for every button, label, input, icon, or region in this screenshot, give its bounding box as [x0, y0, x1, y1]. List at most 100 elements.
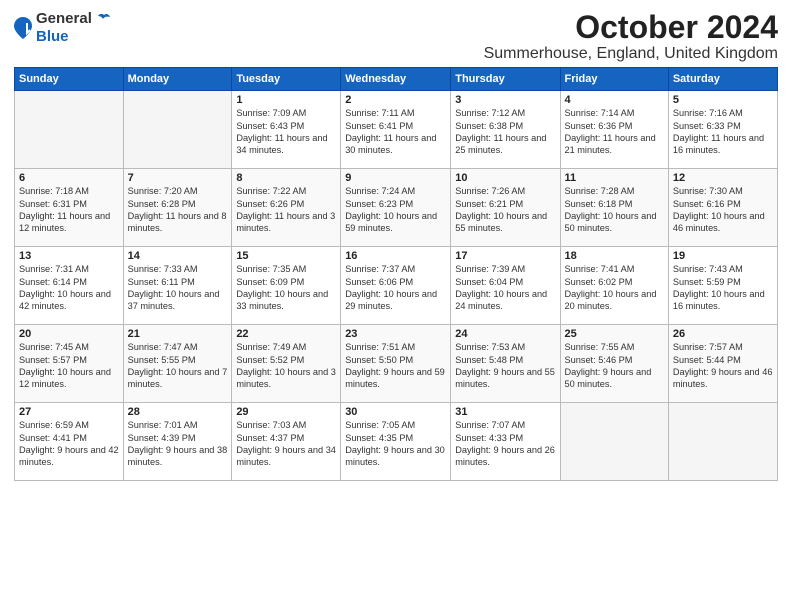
day-info: Sunrise: 7:33 AM Sunset: 6:11 PM Dayligh…	[128, 263, 228, 313]
day-cell: 3Sunrise: 7:12 AM Sunset: 6:38 PM Daylig…	[451, 91, 560, 169]
day-cell	[15, 91, 124, 169]
day-number: 7	[128, 172, 228, 184]
day-info: Sunrise: 7:12 AM Sunset: 6:38 PM Dayligh…	[455, 107, 555, 157]
day-cell: 21Sunrise: 7:47 AM Sunset: 5:55 PM Dayli…	[123, 325, 232, 403]
col-thursday: Thursday	[451, 68, 560, 91]
day-number: 19	[673, 250, 773, 262]
col-saturday: Saturday	[668, 68, 777, 91]
day-info: Sunrise: 7:22 AM Sunset: 6:26 PM Dayligh…	[236, 185, 336, 235]
col-friday: Friday	[560, 68, 668, 91]
day-info: Sunrise: 7:18 AM Sunset: 6:31 PM Dayligh…	[19, 185, 119, 235]
day-number: 29	[236, 406, 336, 418]
day-number: 27	[19, 406, 119, 418]
day-info: Sunrise: 7:55 AM Sunset: 5:46 PM Dayligh…	[565, 341, 664, 391]
day-cell: 16Sunrise: 7:37 AM Sunset: 6:06 PM Dayli…	[341, 247, 451, 325]
day-info: Sunrise: 7:28 AM Sunset: 6:18 PM Dayligh…	[565, 185, 664, 235]
location-title: Summerhouse, England, United Kingdom	[484, 45, 778, 63]
header: General Blue October 2024 Summerhouse, E…	[14, 10, 778, 63]
day-cell: 23Sunrise: 7:51 AM Sunset: 5:50 PM Dayli…	[341, 325, 451, 403]
day-cell: 30Sunrise: 7:05 AM Sunset: 4:35 PM Dayli…	[341, 403, 451, 481]
day-number: 14	[128, 250, 228, 262]
day-info: Sunrise: 7:53 AM Sunset: 5:48 PM Dayligh…	[455, 341, 555, 391]
day-number: 6	[19, 172, 119, 184]
day-cell: 25Sunrise: 7:55 AM Sunset: 5:46 PM Dayli…	[560, 325, 668, 403]
day-number: 25	[565, 328, 664, 340]
header-row: Sunday Monday Tuesday Wednesday Thursday…	[15, 68, 778, 91]
page-container: General Blue October 2024 Summerhouse, E…	[0, 0, 792, 487]
day-info: Sunrise: 7:11 AM Sunset: 6:41 PM Dayligh…	[345, 107, 446, 157]
logo-icon	[14, 17, 32, 39]
day-cell: 13Sunrise: 7:31 AM Sunset: 6:14 PM Dayli…	[15, 247, 124, 325]
day-cell	[668, 403, 777, 481]
day-cell: 24Sunrise: 7:53 AM Sunset: 5:48 PM Dayli…	[451, 325, 560, 403]
day-cell: 17Sunrise: 7:39 AM Sunset: 6:04 PM Dayli…	[451, 247, 560, 325]
day-cell: 18Sunrise: 7:41 AM Sunset: 6:02 PM Dayli…	[560, 247, 668, 325]
day-info: Sunrise: 7:24 AM Sunset: 6:23 PM Dayligh…	[345, 185, 446, 235]
day-number: 12	[673, 172, 773, 184]
day-info: Sunrise: 7:05 AM Sunset: 4:35 PM Dayligh…	[345, 419, 446, 469]
day-cell: 5Sunrise: 7:16 AM Sunset: 6:33 PM Daylig…	[668, 91, 777, 169]
day-number: 30	[345, 406, 446, 418]
day-number: 26	[673, 328, 773, 340]
day-info: Sunrise: 7:45 AM Sunset: 5:57 PM Dayligh…	[19, 341, 119, 391]
day-number: 20	[19, 328, 119, 340]
day-info: Sunrise: 7:51 AM Sunset: 5:50 PM Dayligh…	[345, 341, 446, 391]
day-cell: 2Sunrise: 7:11 AM Sunset: 6:41 PM Daylig…	[341, 91, 451, 169]
title-block: October 2024 Summerhouse, England, Unite…	[484, 10, 778, 63]
day-cell: 15Sunrise: 7:35 AM Sunset: 6:09 PM Dayli…	[232, 247, 341, 325]
day-info: Sunrise: 7:57 AM Sunset: 5:44 PM Dayligh…	[673, 341, 773, 391]
logo-blue: Blue	[36, 28, 69, 45]
day-number: 8	[236, 172, 336, 184]
day-number: 22	[236, 328, 336, 340]
day-cell: 14Sunrise: 7:33 AM Sunset: 6:11 PM Dayli…	[123, 247, 232, 325]
day-info: Sunrise: 7:47 AM Sunset: 5:55 PM Dayligh…	[128, 341, 228, 391]
week-row-1: 1Sunrise: 7:09 AM Sunset: 6:43 PM Daylig…	[15, 91, 778, 169]
day-cell: 11Sunrise: 7:28 AM Sunset: 6:18 PM Dayli…	[560, 169, 668, 247]
logo-bird-icon	[97, 12, 111, 26]
day-number: 3	[455, 94, 555, 106]
day-info: Sunrise: 7:39 AM Sunset: 6:04 PM Dayligh…	[455, 263, 555, 313]
day-info: Sunrise: 7:37 AM Sunset: 6:06 PM Dayligh…	[345, 263, 446, 313]
day-cell	[123, 91, 232, 169]
logo-general: General	[36, 10, 92, 27]
day-number: 28	[128, 406, 228, 418]
day-cell: 19Sunrise: 7:43 AM Sunset: 5:59 PM Dayli…	[668, 247, 777, 325]
day-info: Sunrise: 6:59 AM Sunset: 4:41 PM Dayligh…	[19, 419, 119, 469]
day-number: 16	[345, 250, 446, 262]
day-number: 23	[345, 328, 446, 340]
day-cell: 20Sunrise: 7:45 AM Sunset: 5:57 PM Dayli…	[15, 325, 124, 403]
day-info: Sunrise: 7:26 AM Sunset: 6:21 PM Dayligh…	[455, 185, 555, 235]
day-info: Sunrise: 7:49 AM Sunset: 5:52 PM Dayligh…	[236, 341, 336, 391]
day-info: Sunrise: 7:03 AM Sunset: 4:37 PM Dayligh…	[236, 419, 336, 469]
day-info: Sunrise: 7:07 AM Sunset: 4:33 PM Dayligh…	[455, 419, 555, 469]
day-number: 5	[673, 94, 773, 106]
day-cell: 9Sunrise: 7:24 AM Sunset: 6:23 PM Daylig…	[341, 169, 451, 247]
day-cell: 7Sunrise: 7:20 AM Sunset: 6:28 PM Daylig…	[123, 169, 232, 247]
day-info: Sunrise: 7:14 AM Sunset: 6:36 PM Dayligh…	[565, 107, 664, 157]
day-cell: 12Sunrise: 7:30 AM Sunset: 6:16 PM Dayli…	[668, 169, 777, 247]
day-number: 15	[236, 250, 336, 262]
day-cell	[560, 403, 668, 481]
day-cell: 22Sunrise: 7:49 AM Sunset: 5:52 PM Dayli…	[232, 325, 341, 403]
day-cell: 31Sunrise: 7:07 AM Sunset: 4:33 PM Dayli…	[451, 403, 560, 481]
month-title: October 2024	[484, 10, 778, 45]
day-cell: 26Sunrise: 7:57 AM Sunset: 5:44 PM Dayli…	[668, 325, 777, 403]
day-info: Sunrise: 7:16 AM Sunset: 6:33 PM Dayligh…	[673, 107, 773, 157]
logo-text: General Blue	[36, 10, 111, 46]
day-info: Sunrise: 7:01 AM Sunset: 4:39 PM Dayligh…	[128, 419, 228, 469]
day-cell: 8Sunrise: 7:22 AM Sunset: 6:26 PM Daylig…	[232, 169, 341, 247]
calendar-table: Sunday Monday Tuesday Wednesday Thursday…	[14, 67, 778, 481]
day-number: 18	[565, 250, 664, 262]
day-cell: 10Sunrise: 7:26 AM Sunset: 6:21 PM Dayli…	[451, 169, 560, 247]
day-number: 21	[128, 328, 228, 340]
day-number: 24	[455, 328, 555, 340]
day-cell: 27Sunrise: 6:59 AM Sunset: 4:41 PM Dayli…	[15, 403, 124, 481]
day-info: Sunrise: 7:41 AM Sunset: 6:02 PM Dayligh…	[565, 263, 664, 313]
day-info: Sunrise: 7:20 AM Sunset: 6:28 PM Dayligh…	[128, 185, 228, 235]
day-cell: 29Sunrise: 7:03 AM Sunset: 4:37 PM Dayli…	[232, 403, 341, 481]
day-cell: 4Sunrise: 7:14 AM Sunset: 6:36 PM Daylig…	[560, 91, 668, 169]
week-row-2: 6Sunrise: 7:18 AM Sunset: 6:31 PM Daylig…	[15, 169, 778, 247]
logo: General Blue	[14, 10, 111, 46]
col-monday: Monday	[123, 68, 232, 91]
day-number: 13	[19, 250, 119, 262]
